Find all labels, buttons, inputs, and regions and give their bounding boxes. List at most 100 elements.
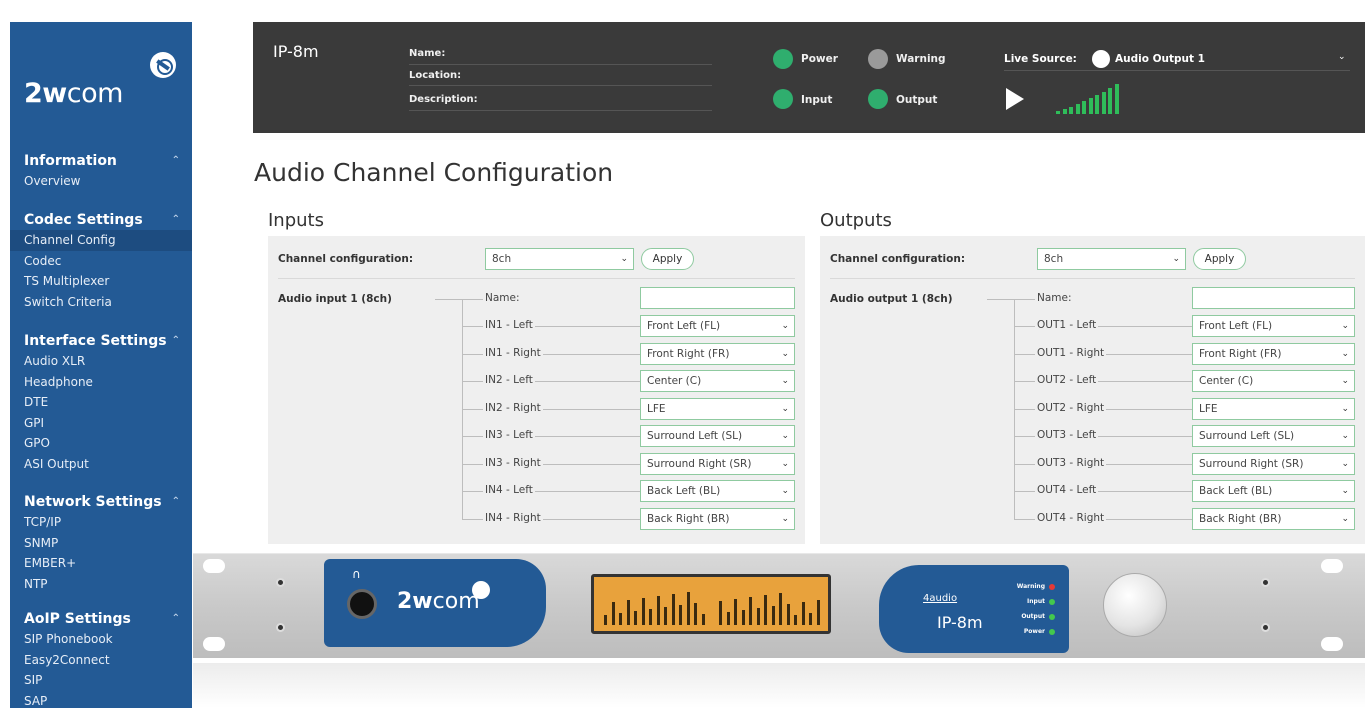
sidebar-item[interactable]: SIP (10, 670, 192, 691)
nav-group-header[interactable]: Information ⌃ (10, 151, 192, 171)
channel-assignment-select[interactable]: Surround Left (SL) ⌄ (640, 425, 795, 447)
live-source-underline (1004, 70, 1350, 71)
sidebar-item[interactable]: EMBER+ (10, 553, 192, 574)
status-header: IP-8m Name: Location: Description: Power… (253, 22, 1365, 133)
nav-group-title: AoIP Settings (24, 611, 131, 627)
channel-assignment-select[interactable]: Front Left (FL) ⌄ (640, 315, 795, 337)
sidebar-item[interactable]: Easy2Connect (10, 650, 192, 671)
channel-assignment-value: Back Right (BR) (1199, 512, 1282, 525)
sidebar-item[interactable]: Audio XLR (10, 351, 192, 372)
nav-group-header[interactable]: Interface Settings ⌃ (10, 331, 192, 351)
sidebar-item[interactable]: Switch Criteria (10, 292, 192, 313)
channel-label: OUT2 - Right (1035, 401, 1107, 414)
channel-configuration-label: Channel configuration: (278, 253, 414, 265)
nav-group: Information ⌃ Overview (10, 151, 192, 192)
device-led-label: Input (1027, 598, 1045, 605)
sidebar-item[interactable]: GPI (10, 413, 192, 434)
sidebar-item[interactable]: TS Multiplexer (10, 271, 192, 292)
channel-assignment-select[interactable]: Surround Right (SR) ⌄ (640, 452, 795, 475)
chevron-down-icon[interactable]: ⌄ (1338, 52, 1346, 62)
display-level-bar (749, 597, 752, 625)
channel-configuration-select[interactable]: 8ch ⌄ (485, 248, 634, 270)
channel-assignment-select[interactable]: Center (C) ⌄ (1192, 370, 1355, 392)
sidebar-item[interactable]: NTP (10, 574, 192, 595)
channel-assignment-select[interactable]: Surround Left (SL) ⌄ (1192, 425, 1355, 447)
device-led-label: Output (1021, 613, 1045, 620)
audio-name-input[interactable] (640, 287, 795, 309)
screw (1261, 623, 1270, 632)
chevron-down-icon: ⌄ (781, 513, 789, 524)
display-level-bar (726, 612, 730, 625)
sidebar-item[interactable]: Channel Config (10, 230, 192, 251)
display-level-bar (641, 598, 645, 625)
display-level-bar (604, 615, 607, 625)
channel-configuration-value: 8ch (492, 253, 512, 265)
audio-name-input[interactable] (1192, 287, 1355, 309)
channel-assignment-select[interactable]: LFE ⌄ (1192, 397, 1355, 420)
chevron-up-icon[interactable]: ⌃ (172, 492, 180, 512)
sidebar-item[interactable]: DTE (10, 392, 192, 413)
level-meter-bar (1095, 95, 1099, 114)
sidebar-item[interactable]: Overview (10, 171, 192, 192)
apply-button[interactable]: Apply (641, 248, 694, 270)
output-led (868, 89, 888, 109)
channel-assignment-select[interactable]: Back Left (BL) ⌄ (1192, 480, 1355, 502)
sidebar-item[interactable]: ASI Output (10, 454, 192, 475)
sidebar-item[interactable]: Headphone (10, 372, 192, 393)
sidebar-item[interactable]: Codec (10, 251, 192, 272)
display-level-bar (809, 613, 812, 625)
level-meter-bar (1108, 88, 1112, 114)
chevron-down-icon: ⌄ (1341, 376, 1349, 386)
screw (276, 578, 285, 587)
channel-assignment-select[interactable]: LFE ⌄ (640, 397, 795, 420)
sidebar-item[interactable]: SAP (10, 691, 192, 708)
chevron-down-icon: ⌄ (1172, 254, 1180, 264)
channel-assignment-select[interactable]: Center (C) ⌄ (640, 370, 795, 392)
channel-assignment-value: Back Left (BL) (647, 485, 721, 497)
location-label: Location: (409, 70, 462, 81)
device-name: IP-8m (273, 42, 319, 61)
display-level-bar (679, 605, 682, 625)
display-level-bar (649, 609, 652, 625)
nav-group-title: Information (24, 153, 117, 169)
nav-group-header[interactable]: AoIP Settings ⌃ (10, 609, 192, 629)
tree-line (987, 299, 1037, 300)
chevron-up-icon[interactable]: ⌃ (172, 210, 180, 230)
sidebar-item[interactable]: GPO (10, 433, 192, 454)
warning-led (868, 49, 888, 69)
channel-assignment-select[interactable]: Front Right (FR) ⌄ (640, 342, 795, 365)
channel-assignment-select[interactable]: Back Right (BR) ⌄ (1192, 507, 1355, 530)
chevron-up-icon[interactable]: ⌃ (172, 151, 180, 171)
live-source-select[interactable]: Audio Output 1 (1115, 53, 1205, 65)
channel-assignment-select[interactable]: Back Left (BL) ⌄ (640, 480, 795, 502)
apply-button[interactable]: Apply (1193, 248, 1246, 270)
nav-group-header[interactable]: Codec Settings ⌃ (10, 210, 192, 230)
chevron-up-icon[interactable]: ⌃ (172, 609, 180, 629)
chevron-down-icon: ⌄ (781, 486, 789, 496)
chevron-up-icon[interactable]: ⌃ (172, 331, 180, 351)
chevron-down-icon: ⌄ (1341, 348, 1349, 359)
channel-configuration-select[interactable]: 8ch ⌄ (1037, 248, 1186, 270)
channel-assignment-select[interactable]: Surround Right (SR) ⌄ (1192, 452, 1355, 475)
nav-group-header[interactable]: Network Settings ⌃ (10, 492, 192, 512)
channel-configuration-label: Channel configuration: (830, 253, 966, 265)
logo: 2wcom (24, 78, 123, 109)
sidebar-item[interactable]: SNMP (10, 533, 192, 554)
display-level-bar (671, 594, 675, 625)
play-icon[interactable] (1006, 88, 1024, 110)
channel-label: IN2 - Left (483, 374, 535, 386)
channel-assignment-select[interactable]: Back Right (BR) ⌄ (640, 507, 795, 530)
source-icon (1092, 50, 1110, 68)
channel-assignment-value: Back Right (BR) (647, 512, 730, 525)
channel-assignment-select[interactable]: Front Left (FL) ⌄ (1192, 315, 1355, 337)
name-underline (409, 64, 712, 65)
chevron-down-icon: ⌄ (781, 458, 789, 469)
page-title: Audio Channel Configuration (254, 158, 614, 187)
channel-label: OUT4 - Left (1035, 484, 1099, 496)
channel-assignment-value: Front Right (FR) (647, 347, 730, 360)
device-knob (1103, 573, 1167, 637)
sidebar-item[interactable]: TCP/IP (10, 512, 192, 533)
channel-assignment-select[interactable]: Front Right (FR) ⌄ (1192, 342, 1355, 365)
channel-assignment-value: LFE (647, 402, 666, 415)
sidebar-item[interactable]: SIP Phonebook (10, 629, 192, 650)
